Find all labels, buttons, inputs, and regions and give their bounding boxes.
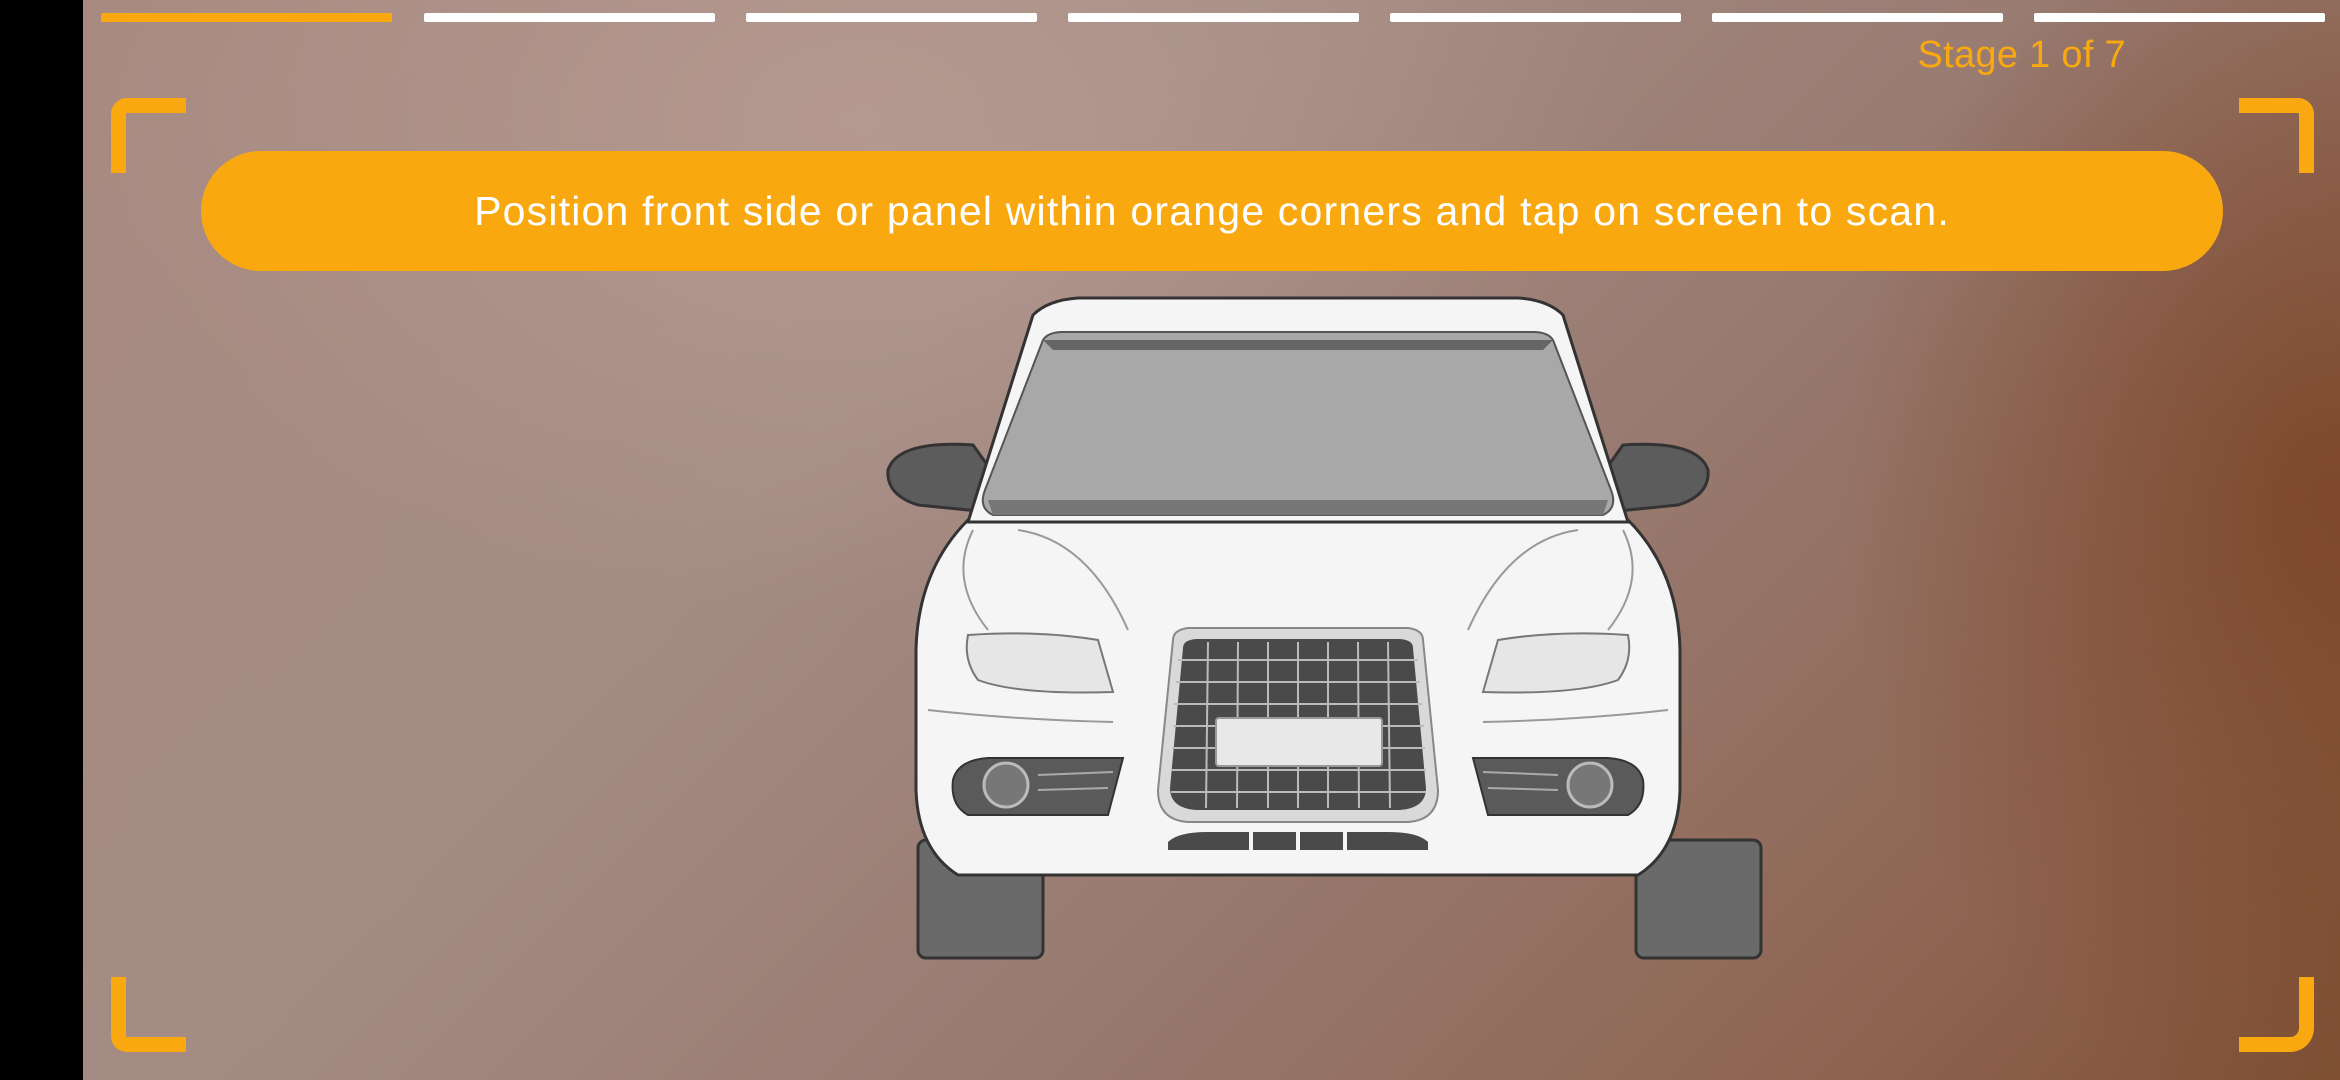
scan-screen: Stage 1 of 7 Position front side or pane… — [0, 0, 2340, 1080]
progress-segment-1 — [101, 13, 392, 22]
corner-marker-bottom-right — [2239, 977, 2314, 1052]
camera-viewfinder[interactable]: Stage 1 of 7 Position front side or pane… — [83, 0, 2340, 1080]
progress-segment-7 — [2034, 13, 2325, 22]
progress-segment-6 — [1712, 13, 2003, 22]
progress-segment-5 — [1390, 13, 1681, 22]
corner-marker-top-left — [111, 98, 186, 173]
headlight-right — [1481, 632, 1631, 694]
system-bar — [0, 0, 83, 1080]
fog-light-left — [951, 757, 1125, 816]
stage-indicator: Stage 1 of 7 — [1917, 34, 2126, 76]
instruction-text: Position front side or panel within oran… — [474, 187, 1950, 234]
instruction-banner: Position front side or panel within oran… — [201, 151, 2223, 271]
license-plate — [1215, 717, 1383, 767]
fog-light-right — [1471, 757, 1645, 816]
corner-marker-bottom-left — [111, 977, 186, 1052]
car-front-outline-icon — [886, 296, 1763, 960]
front-grille — [1156, 627, 1440, 823]
progress-segment-4 — [1068, 13, 1359, 22]
windshield — [981, 331, 1615, 516]
progress-segment-3 — [746, 13, 1037, 22]
progress-segment-2 — [424, 13, 715, 22]
headlight-left — [965, 632, 1115, 694]
corner-marker-top-right — [2239, 98, 2314, 173]
